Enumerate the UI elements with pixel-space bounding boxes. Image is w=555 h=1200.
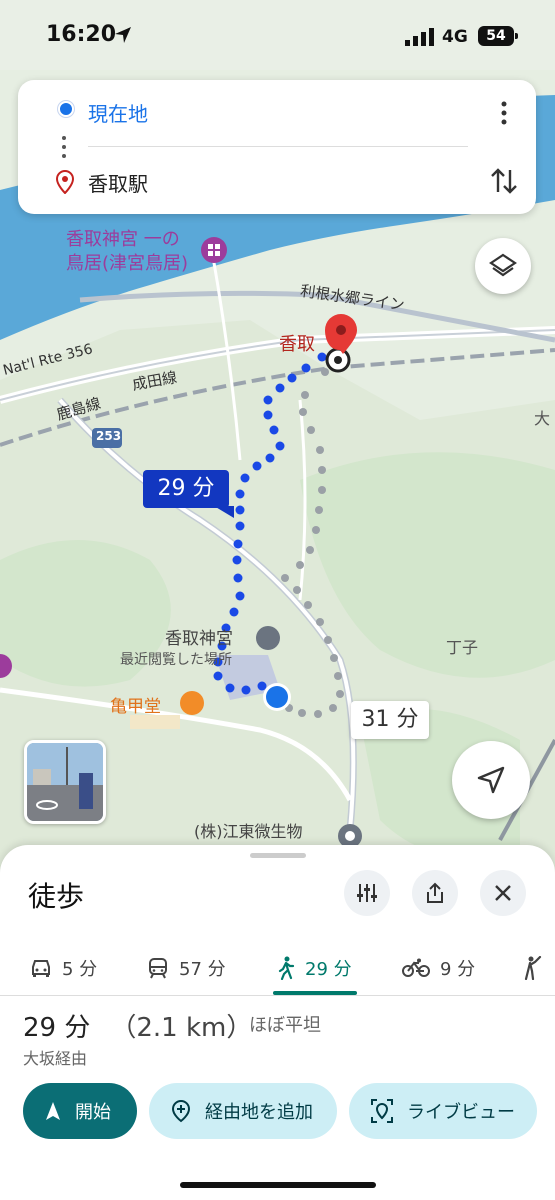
map-label-station[interactable]: 香取 (279, 330, 315, 356)
car-icon (32, 959, 50, 977)
tab-drive[interactable]: 5 分 (30, 940, 97, 995)
live-view-button[interactable]: ライブビュー (349, 1083, 537, 1139)
add-stop-button-label: 経由地を追加 (205, 1102, 313, 1123)
tab-bike-label: 9 分 (440, 958, 476, 980)
shrine-gate-line2: 鳥居(津宮鳥居) (66, 253, 189, 274)
navigation-start-icon (46, 1102, 60, 1120)
route-duration: 29 分 (23, 1013, 91, 1043)
options-button[interactable] (344, 870, 390, 916)
start-button[interactable]: 開始 (23, 1083, 137, 1139)
route-time-badge-primary[interactable]: 29 分 (143, 470, 229, 508)
route-divider (88, 146, 468, 147)
more-options-icon[interactable] (494, 100, 514, 126)
map-label-choshi: 丁子 (446, 638, 479, 657)
map-label-kikkodo[interactable]: 亀甲堂 (110, 692, 161, 717)
destination-field[interactable]: 香取駅 (88, 168, 148, 197)
live-view-icon (371, 1099, 393, 1123)
add-stop-button[interactable]: 経由地を追加 (149, 1083, 337, 1139)
tab-walk-label: 29 分 (305, 958, 352, 980)
map-label-recently-viewed: 最近閲覧した場所 (120, 652, 232, 668)
street-view-image (27, 743, 103, 821)
sheet-title: 徒歩 (28, 880, 85, 913)
tab-ride[interactable] (522, 940, 554, 995)
location-arrow-icon (115, 27, 131, 43)
travel-mode-tabs: 5 分 57 分 29 分 9 分 (0, 940, 555, 995)
close-button[interactable] (480, 870, 526, 916)
sheet-drag-handle[interactable] (250, 853, 306, 858)
signal-icon (405, 28, 434, 46)
route-shield-253: 253 (96, 429, 122, 443)
route-summary: 29 分 （2.1 km） ほぼ平坦 (23, 1007, 321, 1044)
tab-bike[interactable]: 9 分 (402, 940, 475, 995)
tab-transit[interactable]: 57 分 (147, 940, 226, 995)
recenter-button[interactable] (452, 741, 530, 819)
tab-transit-label: 57 分 (179, 958, 226, 980)
add-location-icon (171, 1099, 191, 1123)
navigation-arrow-icon (477, 766, 505, 794)
network-type: 4G (442, 27, 468, 47)
status-time: 16:20 (46, 22, 117, 47)
route-time-badge-alt[interactable]: 31 分 (351, 701, 429, 739)
share-button[interactable] (412, 870, 458, 916)
route-distance: （2.1 km） (110, 1013, 253, 1043)
origin-dot-icon (58, 101, 74, 117)
close-icon (495, 885, 511, 901)
route-via: 大坂経由 (23, 1049, 88, 1068)
train-icon (149, 957, 167, 978)
origin-field[interactable]: 現在地 (88, 98, 148, 127)
route-card: 現在地 香取駅 (18, 80, 536, 214)
map-label-shrine-gate[interactable]: 香取神宮 一の 鳥居(津宮鳥居) (66, 228, 188, 276)
layers-button[interactable] (475, 238, 531, 294)
tune-icon (357, 884, 377, 902)
share-icon (427, 882, 443, 903)
badge-pointer (214, 506, 234, 518)
destination-pin-icon (56, 170, 74, 194)
shrine-gate-line1: 香取神宮 一の (66, 229, 180, 250)
street-view-thumbnail[interactable] (24, 740, 106, 824)
live-view-button-label: ライブビュー (407, 1102, 515, 1123)
tab-walk[interactable]: 29 分 (277, 940, 352, 995)
tabs-divider (0, 995, 555, 996)
ride-icon (524, 955, 542, 980)
bike-icon (402, 958, 430, 977)
map-label-katori-jingu[interactable]: 香取神宮 (165, 624, 233, 649)
route-terrain: ほぼ平坦 (249, 1015, 321, 1036)
map-label-koto-bio[interactable]: (株)江東微生物 (194, 818, 303, 842)
tab-drive-label: 5 分 (62, 958, 98, 980)
home-indicator (180, 1182, 376, 1188)
battery-indicator: 54 (478, 26, 518, 46)
walk-icon (278, 956, 295, 980)
layers-icon (489, 253, 517, 277)
status-bar: 16:20 4G 54 (0, 0, 555, 70)
route-connector-dots (62, 136, 66, 163)
start-button-label: 開始 (75, 1102, 111, 1123)
swap-icon[interactable] (490, 166, 518, 196)
map-label-osaka-edge: 大 (534, 409, 551, 428)
directions-sheet: 徒歩 5 分 57 分 29 分 9 分 29 分 （2.1 km） ほぼ平坦 … (0, 845, 555, 1200)
